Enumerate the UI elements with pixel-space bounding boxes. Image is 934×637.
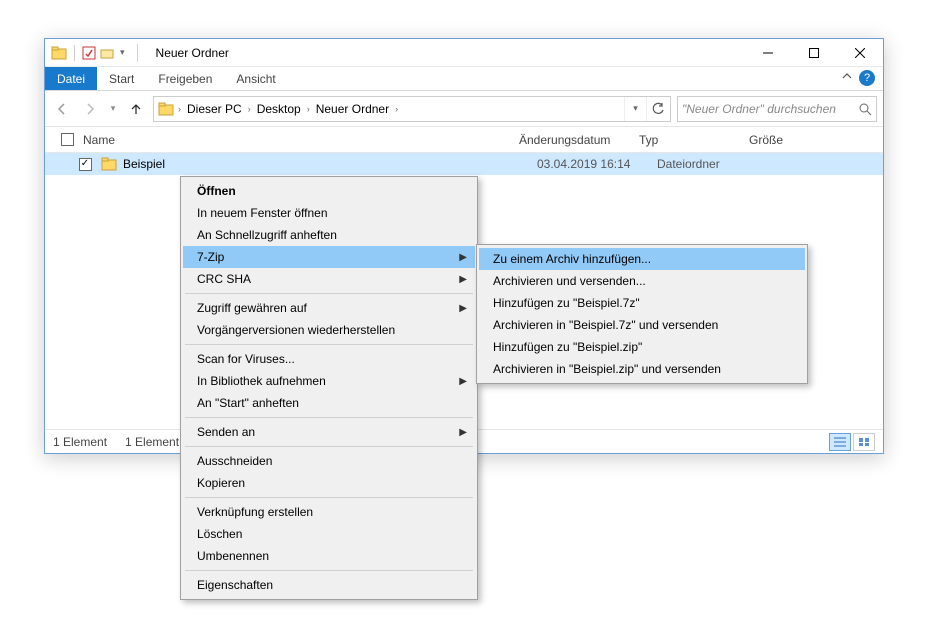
view-large-icons-button[interactable] bbox=[853, 433, 875, 451]
breadcrumb-segment[interactable]: Desktop bbox=[253, 102, 305, 116]
menu-scan-viruses[interactable]: Scan for Viruses... bbox=[183, 348, 475, 370]
menu-separator bbox=[185, 497, 473, 498]
ribbon-tabs: Datei Start Freigeben Ansicht ? bbox=[45, 67, 883, 91]
column-type[interactable]: Typ bbox=[639, 127, 749, 152]
menu-delete[interactable]: Löschen bbox=[183, 523, 475, 545]
breadcrumb[interactable]: › Dieser PC › Desktop › Neuer Ordner › ▾ bbox=[153, 96, 671, 122]
navigation-bar: ▾ › Dieser PC › Desktop › Neuer Ordner ›… bbox=[45, 91, 883, 127]
submenu-arrow-icon: ▶ bbox=[459, 303, 467, 314]
menu-rename[interactable]: Umbenennen bbox=[183, 545, 475, 567]
refresh-icon[interactable] bbox=[646, 97, 668, 121]
submenu-arrow-icon: ▶ bbox=[459, 274, 467, 285]
column-date[interactable]: Änderungsdatum bbox=[519, 127, 639, 152]
history-dropdown-icon[interactable]: ▾ bbox=[624, 97, 646, 121]
menu-archive-and-send[interactable]: Archivieren und versenden... bbox=[479, 270, 805, 292]
menu-properties[interactable]: Eigenschaften bbox=[183, 574, 475, 596]
menu-grant-access[interactable]: Zugriff gewähren auf▶ bbox=[183, 297, 475, 319]
search-input[interactable] bbox=[682, 102, 858, 116]
ribbon-expand-icon[interactable] bbox=[841, 70, 853, 82]
folder-icon bbox=[51, 45, 67, 61]
chevron-right-icon[interactable]: › bbox=[246, 104, 253, 114]
item-type: Dateiordner bbox=[657, 157, 767, 171]
menu-separator bbox=[185, 417, 473, 418]
back-button[interactable] bbox=[51, 98, 73, 120]
menu-separator bbox=[185, 570, 473, 571]
qat-separator bbox=[74, 45, 75, 61]
close-button[interactable] bbox=[837, 39, 883, 67]
folder-icon bbox=[101, 156, 117, 172]
quick-access-toolbar: ▾ bbox=[45, 44, 150, 62]
menu-cut[interactable]: Ausschneiden bbox=[183, 450, 475, 472]
menu-open[interactable]: Öffnen bbox=[183, 180, 475, 202]
chevron-right-icon[interactable]: › bbox=[393, 104, 400, 114]
menu-separator bbox=[185, 446, 473, 447]
recent-dropdown-icon[interactable]: ▾ bbox=[107, 98, 119, 120]
submenu-7zip: Zu einem Archiv hinzufügen... Archiviere… bbox=[476, 244, 808, 384]
folder-icon bbox=[156, 101, 176, 117]
menu-add-to-archive[interactable]: Zu einem Archiv hinzufügen... bbox=[479, 248, 805, 270]
menu-separator bbox=[185, 293, 473, 294]
search-icon[interactable] bbox=[858, 102, 872, 116]
menu-pin-quick-access[interactable]: An Schnellzugriff anheften bbox=[183, 224, 475, 246]
search-box[interactable] bbox=[677, 96, 877, 122]
chevron-right-icon[interactable]: › bbox=[176, 104, 183, 114]
help-icon[interactable]: ? bbox=[859, 70, 875, 86]
tab-view[interactable]: Ansicht bbox=[224, 67, 287, 90]
item-checkbox[interactable] bbox=[79, 158, 92, 171]
menu-previous-versions[interactable]: Vorgängerversionen wiederherstellen bbox=[183, 319, 475, 341]
qat-dropdown-icon[interactable]: ▾ bbox=[118, 47, 127, 58]
window-title: Neuer Ordner bbox=[150, 46, 229, 60]
item-date: 03.04.2019 16:14 bbox=[537, 157, 657, 171]
new-folder-icon[interactable] bbox=[100, 46, 114, 60]
window-controls bbox=[745, 39, 883, 67]
menu-crc-sha[interactable]: CRC SHA▶ bbox=[183, 268, 475, 290]
submenu-arrow-icon: ▶ bbox=[459, 427, 467, 438]
menu-archive-7z-send[interactable]: Archivieren in "Beispiel.7z" und versend… bbox=[479, 314, 805, 336]
menu-archive-zip-send[interactable]: Archivieren in "Beispiel.zip" und versen… bbox=[479, 358, 805, 380]
breadcrumb-segment[interactable]: Dieser PC bbox=[183, 102, 246, 116]
menu-create-shortcut[interactable]: Verknüpfung erstellen bbox=[183, 501, 475, 523]
list-item[interactable]: Beispiel 03.04.2019 16:14 Dateiordner bbox=[45, 153, 883, 175]
column-name[interactable]: Name bbox=[79, 127, 519, 152]
breadcrumb-segment[interactable]: Neuer Ordner bbox=[312, 102, 393, 116]
menu-separator bbox=[185, 344, 473, 345]
menu-add-7z[interactable]: Hinzufügen zu "Beispiel.7z" bbox=[479, 292, 805, 314]
column-headers: Name Änderungsdatum Typ Größe bbox=[45, 127, 883, 153]
item-name: Beispiel bbox=[123, 157, 165, 171]
qat-divider bbox=[137, 44, 138, 62]
view-details-button[interactable] bbox=[829, 433, 851, 451]
submenu-arrow-icon: ▶ bbox=[459, 376, 467, 387]
column-size[interactable]: Größe bbox=[749, 127, 819, 152]
maximize-button[interactable] bbox=[791, 39, 837, 67]
status-count: 1 Element bbox=[53, 435, 107, 449]
tab-start[interactable]: Start bbox=[97, 67, 146, 90]
tab-share[interactable]: Freigeben bbox=[146, 67, 224, 90]
up-button[interactable] bbox=[125, 98, 147, 120]
tab-file[interactable]: Datei bbox=[45, 67, 97, 90]
menu-copy[interactable]: Kopieren bbox=[183, 472, 475, 494]
menu-send-to[interactable]: Senden an▶ bbox=[183, 421, 475, 443]
chevron-right-icon[interactable]: › bbox=[305, 104, 312, 114]
select-all-checkbox[interactable] bbox=[55, 127, 79, 152]
forward-button[interactable] bbox=[79, 98, 101, 120]
properties-icon[interactable] bbox=[82, 46, 96, 60]
minimize-button[interactable] bbox=[745, 39, 791, 67]
submenu-arrow-icon: ▶ bbox=[459, 252, 467, 263]
menu-include-library[interactable]: In Bibliothek aufnehmen▶ bbox=[183, 370, 475, 392]
menu-pin-start[interactable]: An "Start" anheften bbox=[183, 392, 475, 414]
titlebar: ▾ Neuer Ordner bbox=[45, 39, 883, 67]
context-menu: Öffnen In neuem Fenster öffnen An Schnel… bbox=[180, 176, 478, 600]
menu-open-new-window[interactable]: In neuem Fenster öffnen bbox=[183, 202, 475, 224]
menu-7zip[interactable]: 7-Zip▶ bbox=[183, 246, 475, 268]
menu-add-zip[interactable]: Hinzufügen zu "Beispiel.zip" bbox=[479, 336, 805, 358]
